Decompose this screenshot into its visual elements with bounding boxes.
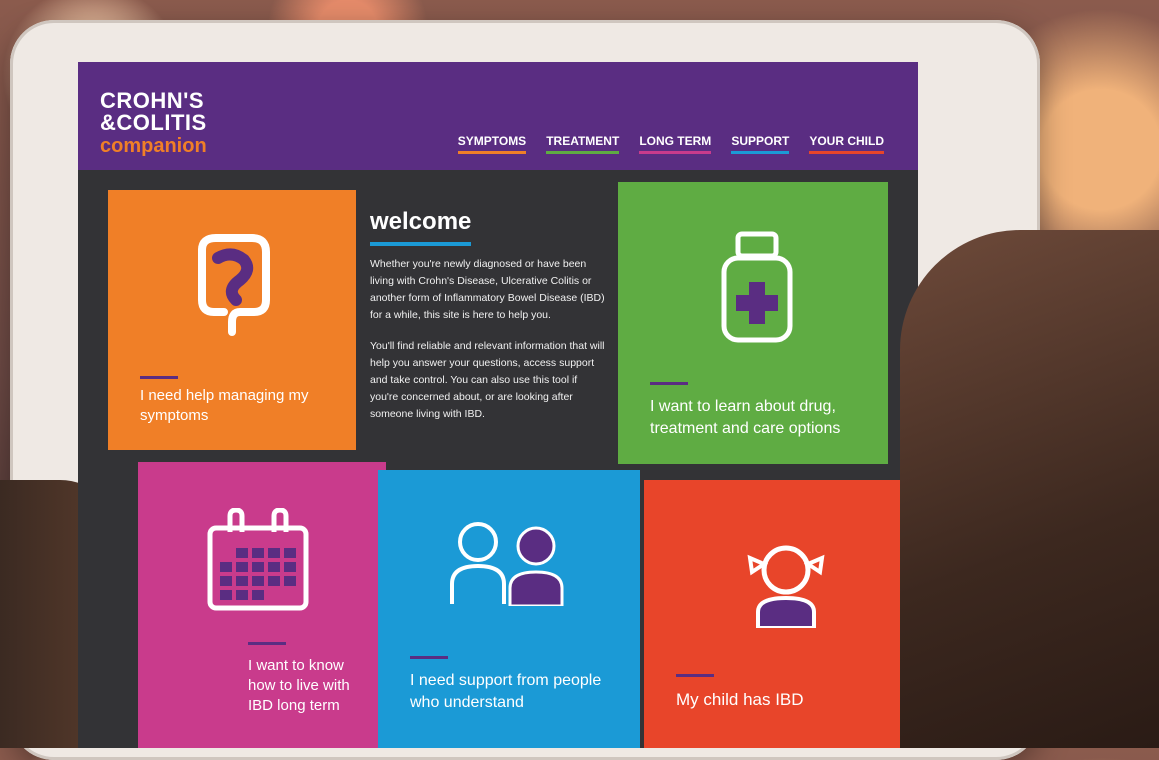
welcome-section: welcome Whether you're newly diagnosed o… [370, 208, 606, 437]
welcome-paragraph-1: Whether you're newly diagnosed or have b… [370, 258, 605, 321]
nav-symptoms[interactable]: SYMPTOMS [457, 134, 527, 154]
tile-long-term[interactable]: I want to know how to live with IBD long… [138, 462, 386, 748]
nav-your-child[interactable]: YOUR CHILD [809, 134, 884, 154]
tile-treatment[interactable]: I want to learn about drug, treatment an… [618, 182, 888, 464]
calendar-icon [207, 508, 309, 611]
medicine-bottle-icon [721, 231, 793, 343]
welcome-title: welcome [370, 208, 472, 246]
header: CROHN'S &COLITIS companion SYMPTOMS TREA… [78, 62, 918, 170]
tile-accent-bar [676, 674, 714, 677]
tile-treatment-label: I want to learn about drug, treatment an… [650, 398, 841, 437]
app-screen: CROHN'S &COLITIS companion SYMPTOMS TREA… [78, 62, 918, 748]
logo-line-2: &COLITIS [100, 110, 207, 135]
people-icon [450, 522, 564, 606]
tile-support[interactable]: I need support from people who understan… [378, 470, 640, 748]
tile-child-label: My child has IBD [676, 690, 804, 709]
tile-accent-bar [410, 656, 448, 659]
right-hand [900, 230, 1159, 748]
tile-long-term-label: I want to know how to live with IBD long… [248, 657, 350, 714]
main-nav: SYMPTOMS TREATMENT LONG TERM SUPPORT YOU… [457, 134, 884, 154]
tile-accent-bar [650, 382, 688, 385]
nav-long-term[interactable]: LONG TERM [639, 134, 712, 154]
intestine-icon [198, 234, 270, 336]
logo-line-1: CROHN'S [100, 88, 205, 113]
tile-accent-bar [140, 376, 178, 379]
nav-treatment[interactable]: TREATMENT [546, 134, 620, 154]
tile-your-child[interactable]: My child has IBD [644, 480, 918, 748]
tile-accent-bar [248, 642, 286, 645]
tile-support-label: I need support from people who understan… [410, 672, 602, 711]
tile-symptoms[interactable]: I need help managing my symptoms [108, 190, 356, 450]
welcome-paragraph-2: You'll find reliable and relevant inform… [370, 340, 605, 420]
nav-support[interactable]: SUPPORT [731, 134, 790, 154]
logo[interactable]: CROHN'S &COLITIS companion [100, 88, 207, 157]
tile-symptoms-label: I need help managing my symptoms [140, 387, 309, 424]
logo-line-3: companion [100, 135, 207, 157]
child-icon [747, 545, 825, 628]
